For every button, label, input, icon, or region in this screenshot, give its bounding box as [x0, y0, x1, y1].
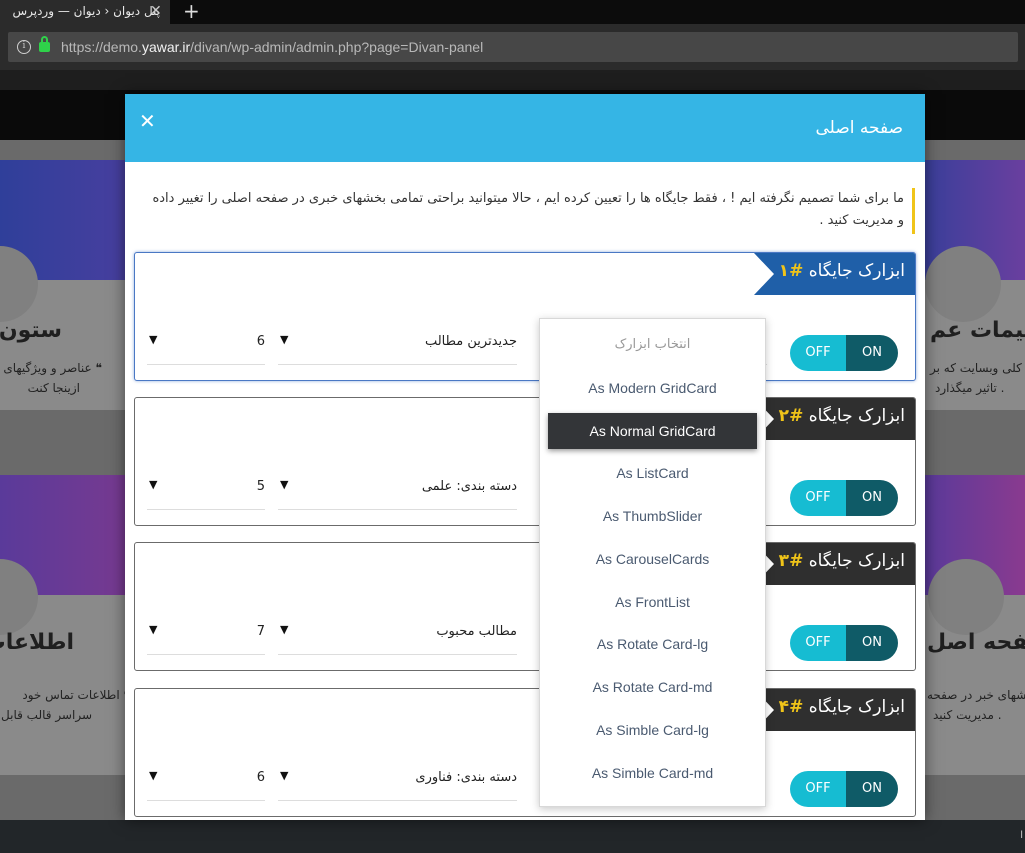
post-count-select[interactable]: 7 ▼ — [147, 609, 265, 655]
quote-icon: ❝ — [95, 361, 102, 375]
slot-badge: ابزارک جایگاه #۳ — [754, 543, 915, 585]
bg-card-title: صفحه اصل — [927, 630, 1025, 655]
url-text[interactable]: https://demo.yawar.ir/divan/wp-admin/adm… — [61, 39, 483, 55]
address-bar[interactable]: i https://demo.yawar.ir/divan/wp-admin/a… — [8, 32, 1018, 62]
bg-card-title: ستون — [0, 318, 62, 343]
content-type-select[interactable]: جدیدترین مطالب ▼ — [278, 319, 517, 365]
chevron-down-icon: ▼ — [149, 623, 158, 636]
slot-badge: ابزارک جایگاه #۴ — [754, 689, 915, 731]
dropdown-option[interactable]: As CarouselCards — [540, 541, 765, 577]
dropdown-option[interactable]: As Simble Card-md — [540, 755, 765, 791]
post-count-select[interactable]: 6 ▼ — [147, 319, 265, 365]
slot-toggle[interactable]: OFF ON — [790, 335, 898, 371]
dropdown-option-selected[interactable]: As Normal GridCard — [548, 413, 757, 449]
lock-icon — [39, 36, 50, 52]
status-bar: ا — [0, 820, 1025, 853]
bg-card-info: اطلاعات ❝ اطلاعات تماس خود سراسر قالب قا… — [0, 475, 140, 775]
post-count-select[interactable]: 6 ▼ — [147, 755, 265, 801]
tab-close-icon[interactable]: ✕ — [150, 3, 162, 19]
modal-header: صفحه اصلی ✕ — [125, 94, 925, 162]
slot-badge: ابزارک جایگاه #۲ — [754, 398, 915, 440]
widget-slot-3: ابزارک جایگاه #۳ مطالب محبوب ▼ 7 ▼ OFF O… — [134, 542, 916, 671]
dropdown-option[interactable]: As Rotate Card-md — [540, 669, 765, 705]
content-type-select[interactable]: دسته بندی: فناوری ▼ — [278, 755, 517, 801]
bg-card-title: اطلاعات — [0, 630, 74, 655]
content-type-select[interactable]: دسته بندی: علمی ▼ — [278, 464, 517, 510]
widget-slot-4: ابزارک جایگاه #۴ دسته بندی: فناوری ▼ 6 ▼… — [134, 688, 916, 817]
chevron-down-icon: ▼ — [149, 333, 158, 346]
widget-style-dropdown: انتخاب ابزارک As Modern GridCard As Norm… — [539, 318, 766, 807]
slot-toggle[interactable]: OFF ON — [790, 771, 898, 807]
chevron-down-icon: ▼ — [280, 769, 289, 782]
dropdown-option[interactable]: As Rotate Card-lg — [540, 626, 765, 662]
post-count-select[interactable]: 5 ▼ — [147, 464, 265, 510]
close-icon[interactable]: ✕ — [139, 109, 156, 133]
home-icon — [928, 559, 1004, 635]
content-type-select[interactable]: مطالب محبوب ▼ — [278, 609, 517, 655]
dropdown-option[interactable]: As ListCard — [540, 455, 765, 491]
browser-tab-bar: پنل دیوان ‹ دیوان — وردپرس ✕ + — [0, 0, 1025, 24]
slot-toggle[interactable]: OFF ON — [790, 480, 898, 516]
dropdown-placeholder[interactable]: انتخاب ابزارک — [540, 327, 765, 363]
notice-text: ما برای شما تصمیم نگرفته ایم ! ، فقط جای… — [147, 188, 915, 234]
modal-title: صفحه اصلی — [815, 118, 903, 138]
bg-card-columns: ستون ❝ عناصر و ویژگیهای م ازینجا کنت — [0, 160, 140, 410]
info-icon[interactable]: i — [17, 40, 31, 54]
slot-toggle[interactable]: OFF ON — [790, 625, 898, 661]
bg-card-home: صفحه اصل بخشهای خبر در صفحه مدیریت کنید … — [925, 475, 1025, 775]
dropdown-option[interactable]: As ThumbSlider — [540, 498, 765, 534]
chevron-down-icon: ▼ — [280, 623, 289, 636]
chevron-down-icon: ▼ — [149, 769, 158, 782]
browser-toolbar: i https://demo.yawar.ir/divan/wp-admin/a… — [0, 24, 1025, 70]
dropdown-option[interactable]: As Modern GridCard — [540, 370, 765, 406]
bg-card-settings: ظیمات عم کلی وبسایت که بر تاثیر میگذارد … — [925, 160, 1025, 410]
widget-slot-1: ابزارک جایگاه #۱ جدیدترین مطالب ▼ 6 ▼ OF… — [134, 252, 916, 381]
gears-icon — [925, 246, 1001, 322]
homepage-modal: صفحه اصلی ✕ ما برای شما تصمیم نگرفته ایم… — [125, 94, 925, 820]
chevron-down-icon: ▼ — [149, 478, 158, 491]
tab-title: پنل دیوان ‹ دیوان — وردپرس — [12, 4, 160, 18]
slot-badge: ابزارک جایگاه #۱ — [754, 253, 915, 295]
bg-card-title: ظیمات عم — [930, 318, 1025, 343]
new-tab-button[interactable]: + — [183, 0, 200, 22]
browser-tab[interactable]: پنل دیوان ‹ دیوان — وردپرس ✕ — [0, 0, 170, 24]
chevron-down-icon: ▼ — [280, 333, 289, 346]
widget-slot-2: ابزارک جایگاه #۲ دسته بندی: علمی ▼ 5 ▼ O… — [134, 397, 916, 526]
dropdown-option[interactable]: As FrontList — [540, 584, 765, 620]
chrome-spacer — [0, 70, 1025, 90]
chevron-down-icon: ▼ — [280, 478, 289, 491]
dropdown-option[interactable]: As Simble Card-lg — [540, 712, 765, 748]
